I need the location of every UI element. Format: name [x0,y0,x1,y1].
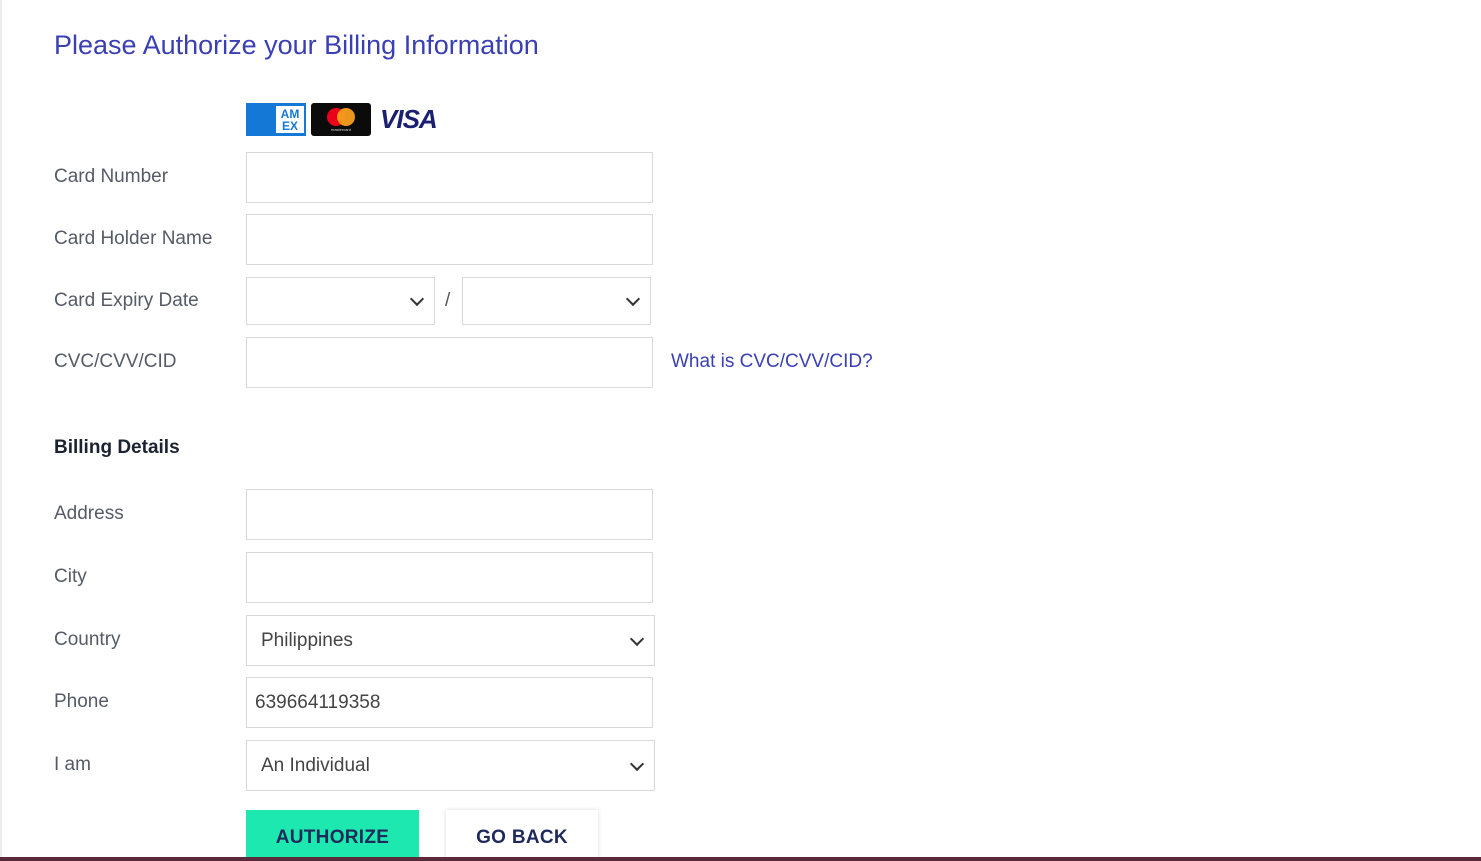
card-holder-name-label: Card Holder Name [54,228,213,249]
country-value: Philippines [261,629,353,651]
mastercard-logo-text: mastercard [330,127,351,132]
city-input[interactable] [246,552,653,603]
bottom-border [0,857,1481,861]
amex-logo-icon: AM EX [246,103,306,136]
expiry-month-select[interactable] [246,277,435,325]
i-am-label: I am [54,754,91,775]
chevron-down-icon [629,631,645,646]
phone-input[interactable] [246,677,653,728]
cvc-label: CVC/CVV/CID [54,351,177,372]
expiry-year-select[interactable] [462,277,651,325]
chevron-down-icon [625,291,641,307]
country-select[interactable]: Philippines [246,615,655,666]
address-input[interactable] [246,489,653,540]
billing-details-heading: Billing Details [54,437,180,458]
country-label: Country [54,629,121,650]
amex-logo-text-2: EX [281,118,298,133]
chevron-down-icon [409,291,425,307]
cvc-help-link[interactable]: What is CVC/CVV/CID? [671,351,873,373]
go-back-button[interactable]: GO BACK [446,810,598,861]
expiry-separator: / [445,290,451,311]
accepted-cards: AM EX mastercard VISA [246,103,438,136]
card-expiry-date-label: Card Expiry Date [54,290,199,311]
cvc-input[interactable] [246,337,653,388]
card-holder-name-input[interactable] [246,214,653,265]
card-number-input[interactable] [246,152,653,203]
mastercard-logo-icon: mastercard [311,103,371,136]
page-left-edge [0,0,2,861]
i-am-value: An Individual [261,754,370,776]
chevron-down-icon [629,756,645,771]
address-label: Address [54,503,124,524]
city-label: City [54,566,87,587]
authorize-button[interactable]: AUTHORIZE [246,810,419,861]
card-number-label: Card Number [54,166,169,187]
amex-logo-text-1: AM [280,106,300,121]
page-title: Please Authorize your Billing Informatio… [54,30,539,60]
phone-label: Phone [54,691,109,712]
i-am-select[interactable]: An Individual [246,740,655,791]
visa-logo-icon: VISA [380,104,438,134]
